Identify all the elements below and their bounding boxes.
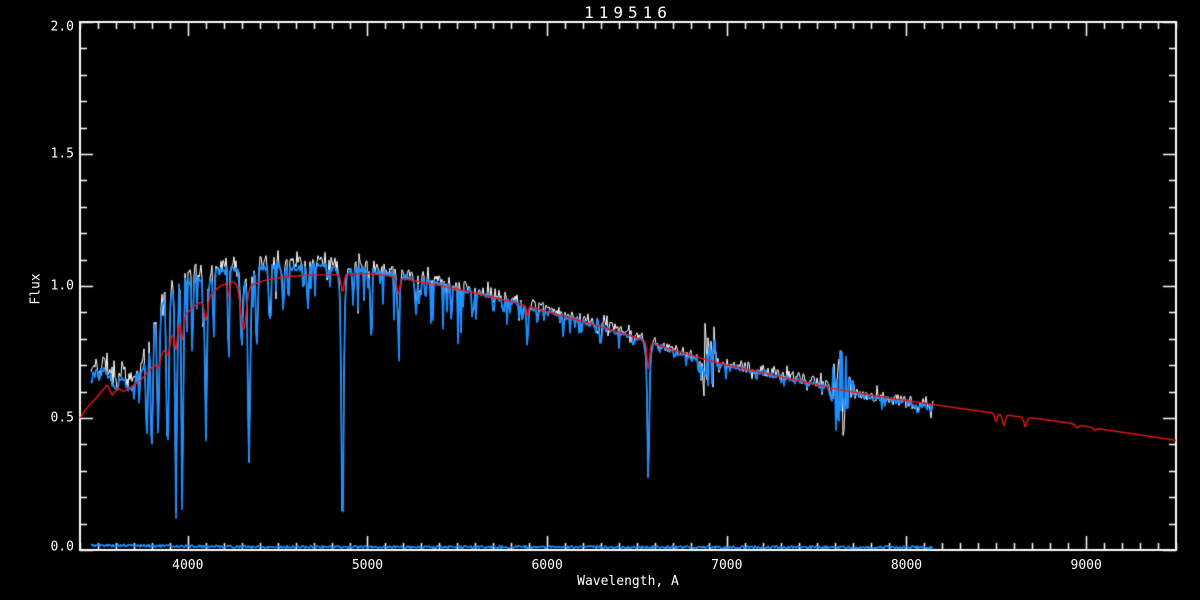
- x-tick-label: 5000: [351, 558, 384, 573]
- y-tick-label: 2.0: [50, 19, 74, 35]
- y-tick-label: 0.0: [50, 539, 74, 555]
- y-tick-label: 0.5: [50, 410, 74, 426]
- chart-title: 119516: [584, 3, 672, 22]
- spectrum-chart: 119516 Wavelength, A Flux 4000 5000 6000 70…: [0, 0, 1200, 600]
- x-axis-label: Wavelength, A: [577, 574, 679, 589]
- y-tick-label: 1.0: [50, 278, 74, 294]
- x-tick-label: 9000: [1070, 558, 1102, 573]
- x-tick-label: 7000: [711, 558, 743, 573]
- x-tick-label: 4000: [172, 558, 204, 573]
- y-tick-label: 1.5: [50, 146, 74, 162]
- spectrum-plot-canvas: [0, 0, 1200, 600]
- x-tick-label: 8000: [890, 558, 923, 573]
- x-tick-label: 6000: [531, 558, 563, 573]
